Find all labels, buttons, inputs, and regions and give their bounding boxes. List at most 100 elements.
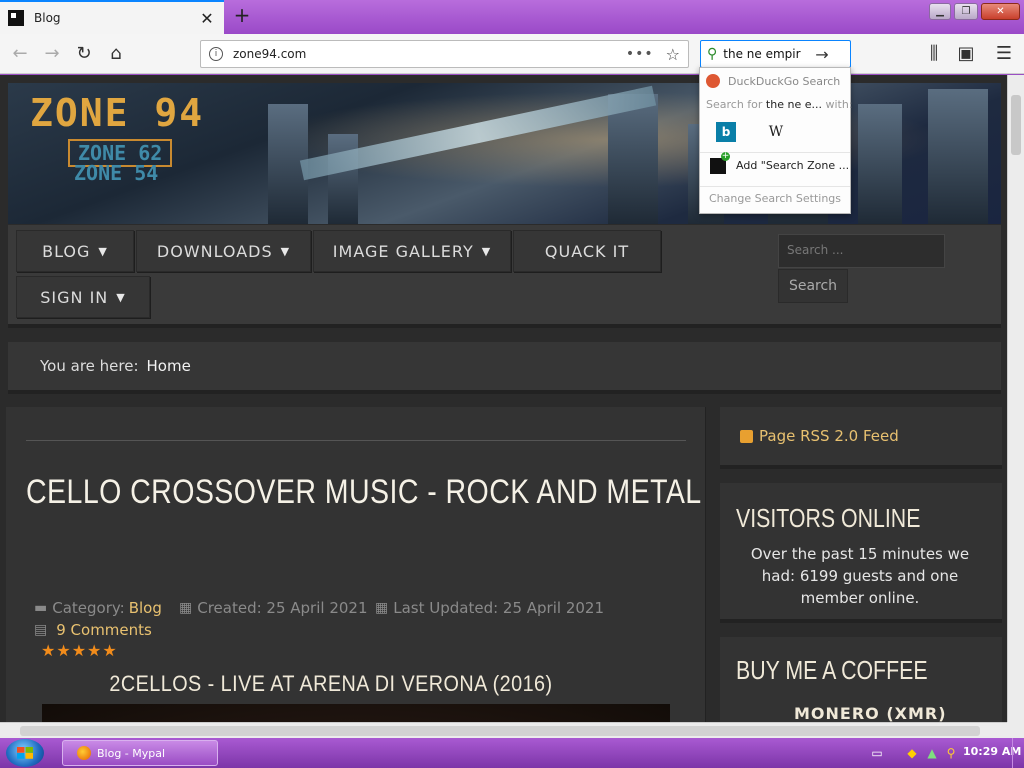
site-search-button[interactable]: Search bbox=[778, 269, 848, 303]
main-menu: BLOG ▼ DOWNLOADS ▼ IMAGE GALLERY ▼ QUACK IT… bbox=[8, 225, 1001, 328]
comments-link[interactable]: 9 Comments bbox=[56, 621, 152, 639]
video-title: 2CELLOS - LIVE AT ARENA DI VERONA (2016) bbox=[109, 671, 553, 696]
taskbar: Blog - Mypal ▭ ◆ ▲ ⚲ 10:29 AM bbox=[0, 738, 1024, 768]
search-for-suffix: with: bbox=[825, 98, 853, 111]
vertical-scrollbar[interactable] bbox=[1007, 75, 1024, 722]
menu-item-blog[interactable]: BLOG ▼ bbox=[16, 230, 134, 272]
visitors-text: Over the past 15 minutes we had: 6199 gu… bbox=[750, 545, 970, 607]
start-button[interactable] bbox=[6, 739, 44, 767]
address-url[interactable]: zone94.com bbox=[233, 47, 626, 61]
menu-item-quack-it[interactable]: QUACK IT bbox=[513, 230, 661, 272]
site-search-input[interactable]: Search ... bbox=[778, 234, 945, 268]
rss-label: Page RSS 2.0 Feed bbox=[759, 427, 899, 445]
article-category: ▬ Category: Blog bbox=[34, 599, 162, 617]
window-maximize-button[interactable]: ❐ bbox=[954, 3, 978, 20]
tab-title: Blog bbox=[34, 11, 61, 25]
browser-app-icon bbox=[77, 746, 91, 760]
bookmark-star-icon[interactable]: ☆ bbox=[666, 45, 680, 64]
article-updated: ▦ Last Updated: 25 April 2021 bbox=[375, 599, 604, 617]
search-for-prefix: Search for bbox=[706, 98, 763, 111]
search-go-arrow-icon[interactable]: → bbox=[815, 45, 828, 64]
windows-logo-icon bbox=[17, 747, 33, 759]
scrollbar-thumb[interactable] bbox=[1011, 95, 1021, 155]
search-tray-icon[interactable]: ⚲ bbox=[944, 746, 958, 760]
change-search-settings-button[interactable]: Change Search Settings bbox=[700, 186, 850, 208]
one-off-engines: b W bbox=[700, 118, 850, 146]
search-bar[interactable]: ⚲ → bbox=[700, 40, 851, 68]
sidebar-toggle-icon[interactable]: ▣ bbox=[954, 42, 978, 66]
security-shield-icon[interactable]: ◆ bbox=[905, 746, 919, 760]
caret-down-icon: ▼ bbox=[280, 244, 291, 258]
calendar-icon: ▦ bbox=[179, 600, 193, 616]
forward-arrow-icon[interactable]: → bbox=[40, 42, 64, 66]
coffee-subtitle: MONERO (XMR) bbox=[794, 704, 947, 722]
horizontal-scrollbar[interactable] bbox=[0, 722, 1007, 738]
taskbar-window-button[interactable]: Blog - Mypal bbox=[62, 740, 218, 766]
coffee-title: BUY ME A COFFEE bbox=[736, 655, 928, 685]
rss-icon bbox=[740, 429, 753, 443]
scrollbar-corner bbox=[1007, 722, 1024, 738]
search-input[interactable] bbox=[723, 47, 812, 61]
logo-subtitle-2: ZONE 54 bbox=[74, 161, 159, 185]
breadcrumb-home-link[interactable]: Home bbox=[147, 357, 191, 375]
browser-tab[interactable]: Blog ✕ bbox=[0, 0, 224, 34]
breadcrumb-label: You are here: bbox=[40, 357, 139, 375]
coffee-module: BUY ME A COFFEE MONERO (XMR) bbox=[720, 637, 1002, 722]
keyboard-icon[interactable]: ▭ bbox=[870, 746, 884, 760]
taskbar-window-label: Blog - Mypal bbox=[97, 746, 166, 760]
window-minimize-button[interactable]: ▁ bbox=[929, 3, 951, 20]
network-icon[interactable]: ▲ bbox=[925, 746, 939, 760]
video-player[interactable] bbox=[42, 704, 670, 722]
article: CELLO CROSSOVER MUSIC - ROCK AND METAL ▬… bbox=[6, 407, 706, 722]
home-icon[interactable]: ⌂ bbox=[104, 42, 128, 66]
site-logo[interactable]: ZONE 94 bbox=[30, 91, 204, 135]
add-engine-icon bbox=[710, 151, 730, 174]
scrollbar-thumb[interactable] bbox=[20, 726, 980, 736]
comment-icon: ▤ bbox=[34, 622, 48, 638]
visitors-module: VISITORS ONLINE Over the past 15 minutes… bbox=[720, 483, 1002, 623]
caret-down-icon: ▼ bbox=[98, 244, 108, 258]
menu-item-image-gallery[interactable]: IMAGE GALLERY ▼ bbox=[313, 230, 511, 272]
browser-titlebar: Blog ✕ + ▁ ❐ ✕ bbox=[0, 0, 1024, 34]
window-close-button[interactable]: ✕ bbox=[981, 3, 1020, 20]
menu-item-sign-in[interactable]: SIGN IN ▼ bbox=[16, 276, 150, 318]
library-icon[interactable]: ⫼ bbox=[922, 42, 946, 66]
current-engine-header: DuckDuckGo Search bbox=[706, 74, 840, 88]
back-arrow-icon[interactable]: ← bbox=[8, 42, 32, 66]
folder-icon: ▬ bbox=[34, 600, 48, 616]
page-actions-icon[interactable]: ••• bbox=[626, 46, 654, 62]
menu-item-label: QUACK IT bbox=[544, 241, 630, 261]
hamburger-menu-icon[interactable]: ☰ bbox=[992, 42, 1016, 66]
tab-close-icon[interactable]: ✕ bbox=[198, 9, 216, 28]
article-created: ▦ Created: 25 April 2021 bbox=[179, 599, 368, 617]
site-info-icon[interactable]: i bbox=[209, 47, 223, 61]
category-link[interactable]: Blog bbox=[129, 599, 162, 617]
page-viewport: ZONE 94 ZONE 62 ZONE 54 BLOG ▼ DOWNLOADS ▼… bbox=[0, 75, 1007, 722]
bing-icon[interactable]: b bbox=[716, 122, 736, 142]
search-engine-icon[interactable]: ⚲ bbox=[707, 46, 717, 62]
address-bar[interactable]: i zone94.com ••• ☆ bbox=[200, 40, 689, 68]
menu-item-label: SIGN IN bbox=[40, 287, 109, 307]
breadcrumb: You are here: Home bbox=[8, 342, 1001, 394]
duckduckgo-icon bbox=[706, 74, 720, 88]
category-label: Category: bbox=[52, 599, 125, 617]
search-for-line: Search for the ne e... with: bbox=[706, 98, 853, 111]
wikipedia-icon[interactable]: W bbox=[766, 122, 786, 142]
article-comments: ▤ 9 Comments bbox=[34, 621, 152, 639]
search-suggestions-popup: DuckDuckGo Search Search for the ne e...… bbox=[699, 67, 853, 214]
rss-feed-link[interactable]: Page RSS 2.0 Feed bbox=[720, 407, 1002, 469]
menu-item-label: BLOG bbox=[42, 241, 91, 261]
menu-item-label: DOWNLOADS bbox=[156, 241, 273, 261]
add-search-engine-item[interactable]: Add "Search Zone ... bbox=[700, 151, 850, 178]
article-title[interactable]: CELLO CROSSOVER MUSIC - ROCK AND METAL bbox=[26, 473, 702, 512]
engine-header-label: DuckDuckGo Search bbox=[728, 74, 841, 88]
show-desktop-button[interactable] bbox=[1012, 738, 1024, 768]
created-date: Created: 25 April 2021 bbox=[197, 599, 368, 617]
menu-item-downloads[interactable]: DOWNLOADS ▼ bbox=[136, 230, 311, 272]
new-tab-button[interactable]: + bbox=[230, 4, 254, 28]
rating-stars[interactable]: ★★★★★ bbox=[41, 641, 118, 660]
reload-icon[interactable]: ↻ bbox=[72, 42, 96, 66]
search-for-query: the ne e... bbox=[765, 98, 822, 111]
calendar-icon: ▦ bbox=[375, 600, 389, 616]
browser-toolbar: ← → ↻ ⌂ i zone94.com ••• ☆ ⚲ → ⫼ ▣ ☰ bbox=[0, 34, 1024, 74]
